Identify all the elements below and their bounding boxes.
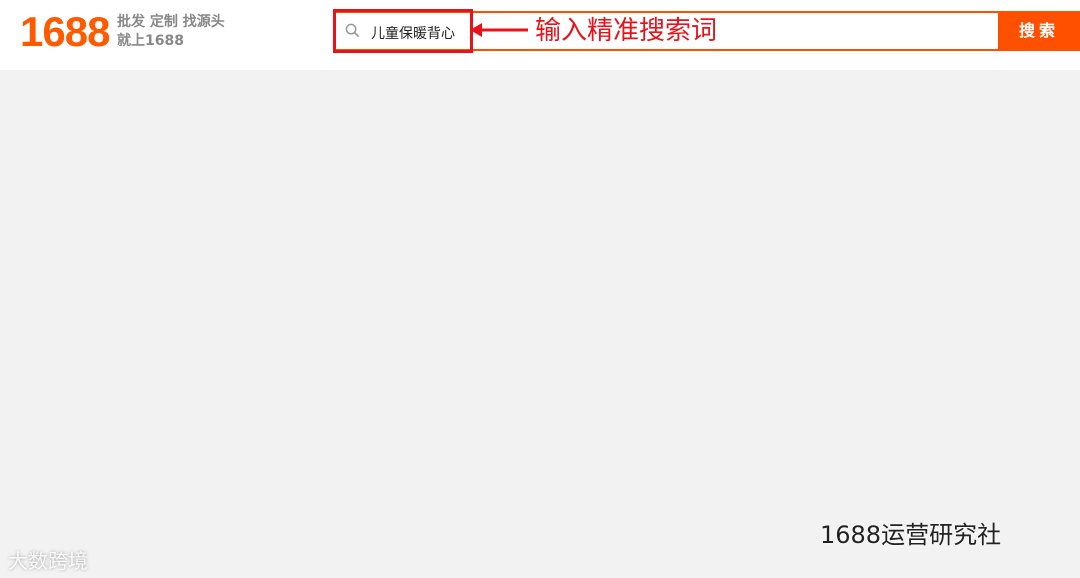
annotation-highlight-box [333, 9, 473, 53]
annotation-text: 输入精准搜索词 [535, 16, 718, 46]
header-bar: 1688 批发 定制 找源头 就上1688 儿童保暖背心 输入精准搜索词 搜索 [0, 0, 1080, 70]
annotation-arrow-icon [470, 23, 528, 37]
slogan-line-1: 批发 定制 找源头 [117, 14, 225, 30]
slogan-line-2: 就上1688 [117, 33, 184, 49]
search-button[interactable]: 搜索 [998, 11, 1080, 51]
watermark-bottom-right: 1688运营研究社 [820, 521, 1002, 549]
watermark-bottom-left: 大数跨境 [8, 549, 88, 573]
slogan: 批发 定制 找源头 就上1688 [117, 13, 225, 51]
logo-1688[interactable]: 1688 [20, 8, 110, 56]
